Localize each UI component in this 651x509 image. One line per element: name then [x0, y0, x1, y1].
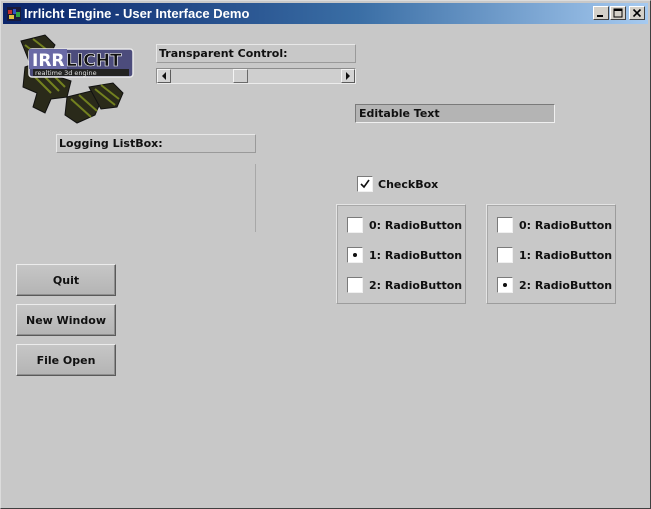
scroll-right-button[interactable] [341, 69, 355, 83]
radio-label: 2: RadioButton [519, 278, 613, 292]
editable-text-box[interactable]: Editable Text [355, 104, 555, 123]
main-window: Irrlicht Engine - User Interface Demo IR… [0, 0, 651, 509]
radio-option-1[interactable]: 1: RadioButton [347, 245, 462, 265]
listbox-edge [255, 164, 256, 232]
radio-button[interactable] [497, 247, 513, 263]
checkbox[interactable] [357, 176, 373, 192]
title-bar[interactable]: Irrlicht Engine - User Interface Demo [3, 3, 648, 24]
radio-button[interactable] [347, 277, 363, 293]
close-button[interactable] [629, 6, 645, 20]
radio-button-selected[interactable] [497, 277, 513, 293]
scroll-left-button[interactable] [157, 69, 171, 83]
radio-option-0[interactable]: 0: RadioButton [497, 215, 612, 235]
radio-group-2: 0: RadioButton 1: RadioButton 2: RadioBu… [486, 204, 616, 304]
maximize-button[interactable] [610, 6, 626, 20]
radio-button[interactable] [497, 217, 513, 233]
transparency-scrollbar[interactable] [156, 68, 356, 84]
logging-listbox-label: Logging ListBox: [59, 137, 163, 150]
svg-text:IRR: IRR [32, 51, 65, 71]
editable-text-value: Editable Text [359, 107, 440, 120]
radio-button-selected[interactable] [347, 247, 363, 263]
maximize-icon [613, 8, 623, 18]
logging-listbox-label-box: Logging ListBox: [56, 134, 256, 153]
radio-button[interactable] [347, 217, 363, 233]
transparent-control-label: Transparent Control: [159, 47, 288, 60]
arrow-left-icon [162, 72, 166, 80]
radio-dot-icon [353, 253, 357, 257]
new-window-button[interactable]: New Window [16, 304, 116, 336]
radio-label: 1: RadioButton [519, 248, 613, 262]
svg-text:LICHT: LICHT [66, 51, 122, 71]
transparent-control-label-box: Transparent Control: [156, 44, 356, 63]
svg-text:realtime 3d engine: realtime 3d engine [35, 69, 97, 77]
irrlicht-app-icon [7, 6, 21, 21]
close-icon [632, 8, 642, 18]
radio-option-2[interactable]: 2: RadioButton [497, 275, 612, 295]
radio-label: 0: RadioButton [519, 218, 613, 232]
window-title: Irrlicht Engine - User Interface Demo [24, 6, 250, 21]
radio-label: 0: RadioButton [369, 218, 463, 232]
arrow-right-icon [346, 72, 350, 80]
minimize-icon [597, 15, 603, 17]
checkmark-icon [360, 179, 370, 189]
irrlicht-logo: IRR LICHT realtime 3d engine [15, 27, 139, 129]
scrollbar-thumb[interactable] [233, 69, 248, 83]
radio-dot-icon [503, 283, 507, 287]
radio-label: 1: RadioButton [369, 248, 463, 262]
radio-group-1: 0: RadioButton 1: RadioButton 2: RadioBu… [336, 204, 466, 304]
quit-button[interactable]: Quit [16, 264, 116, 296]
checkbox-label: CheckBox [378, 178, 439, 191]
minimize-button[interactable] [593, 6, 609, 20]
file-open-button[interactable]: File Open [16, 344, 116, 376]
radio-label: 2: RadioButton [369, 278, 463, 292]
radio-option-1[interactable]: 1: RadioButton [497, 245, 612, 265]
radio-option-0[interactable]: 0: RadioButton [347, 215, 462, 235]
radio-option-2[interactable]: 2: RadioButton [347, 275, 462, 295]
